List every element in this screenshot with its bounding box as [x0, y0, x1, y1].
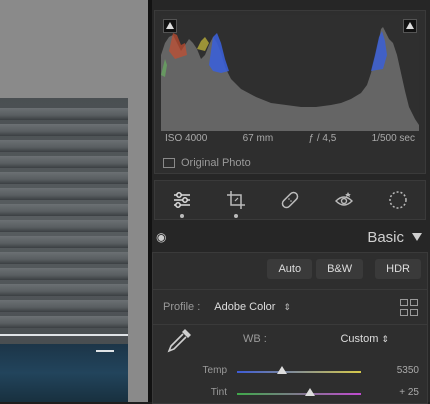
siding-board [0, 124, 128, 136]
hdr-button[interactable]: HDR [375, 259, 421, 279]
histogram-panel: ISO 4000 67 mm ƒ / 4,5 1/500 sec Origina… [154, 10, 426, 174]
siding-board [0, 140, 128, 152]
aperture-value: ƒ / 4,5 [308, 133, 337, 144]
triangle-up-icon [406, 22, 414, 29]
original-photo-checkbox[interactable] [163, 158, 175, 168]
shadow-clipping-button[interactable] [163, 19, 177, 33]
tint-label: Tint [210, 387, 227, 398]
indicator-dot [234, 214, 238, 218]
blue-railing-area [0, 344, 128, 402]
red-eye-icon [335, 192, 353, 206]
iso-value: ISO 4000 [165, 133, 208, 144]
siding-board [0, 300, 128, 312]
exif-info: ISO 4000 67 mm ƒ / 4,5 1/500 sec [161, 133, 419, 149]
basic-panel-header[interactable]: ◉ Basic [148, 226, 430, 248]
tint-slider-thumb[interactable] [305, 388, 316, 396]
siding-board [0, 188, 128, 200]
photo-preview [0, 98, 128, 402]
siding-board [0, 236, 128, 248]
temp-slider-track[interactable] [237, 371, 361, 373]
tint-value[interactable]: + 25 [399, 387, 419, 398]
treatment-buttons: Auto B&W HDR [267, 259, 421, 279]
siding-board [0, 172, 128, 184]
railing [0, 334, 128, 336]
wb-select[interactable]: Custom ⇕ [340, 333, 389, 345]
profile-row: Profile : Adobe Color ⇕ [153, 289, 427, 325]
siding-board [0, 108, 128, 120]
tint-slider-row: Tint + 25 [153, 385, 427, 403]
active-indicator-dot [180, 214, 184, 218]
profile-browser-grid-icon[interactable] [400, 299, 418, 316]
crop-icon [227, 191, 245, 209]
healing-tool[interactable] [276, 186, 304, 214]
basic-panel-title: Basic [367, 228, 404, 246]
profile-label: Profile : [163, 301, 201, 313]
eye-icon[interactable]: ◉ [156, 230, 166, 244]
histogram[interactable] [161, 15, 419, 131]
original-photo-label: Original Photo [181, 157, 251, 169]
siding-board [0, 220, 128, 232]
temp-slider-row: Temp 5350 [153, 363, 427, 381]
crop-tool[interactable] [222, 186, 250, 218]
siding-board [0, 316, 128, 328]
healing-icon [281, 191, 299, 209]
temp-label: Temp [202, 365, 227, 376]
photo-canvas[interactable] [0, 0, 148, 402]
tool-strip [154, 180, 426, 220]
siding-board [0, 204, 128, 216]
white-balance-row: WB : Custom ⇕ [153, 331, 427, 351]
temp-slider-thumb[interactable] [276, 366, 287, 374]
masking-icon [389, 191, 407, 209]
railing-post [96, 350, 114, 352]
siding-board [0, 156, 128, 168]
develop-panel: ISO 4000 67 mm ƒ / 4,5 1/500 sec Origina… [148, 0, 430, 404]
original-photo-toggle[interactable]: Original Photo [163, 157, 251, 169]
profile-select[interactable]: Adobe Color [214, 301, 275, 313]
edit-tool[interactable] [168, 186, 196, 218]
siding-board [0, 284, 128, 296]
focal-length-value: 67 mm [242, 133, 274, 144]
tint-slider-track[interactable] [237, 393, 361, 395]
basic-panel: Auto B&W HDR Profile : Adobe Color ⇕ WB … [152, 252, 428, 404]
siding-board [0, 252, 128, 264]
updown-arrows-icon[interactable]: ⇕ [283, 302, 291, 313]
histogram-graph [161, 27, 419, 131]
temp-value[interactable]: 5350 [397, 365, 419, 376]
red-eye-tool[interactable] [330, 186, 358, 214]
masking-tool[interactable] [384, 186, 412, 214]
highlight-clipping-button[interactable] [403, 19, 417, 33]
siding-board [0, 268, 128, 280]
collapse-triangle-icon[interactable] [412, 233, 422, 241]
edit-sliders-icon [174, 192, 190, 208]
shutter-speed-value: 1/500 sec [371, 133, 415, 144]
wb-value: Custom [340, 333, 379, 345]
auto-button[interactable]: Auto [267, 259, 313, 279]
bw-button[interactable]: B&W [316, 259, 364, 279]
triangle-up-icon [166, 22, 174, 29]
wb-label: WB : [243, 333, 267, 345]
